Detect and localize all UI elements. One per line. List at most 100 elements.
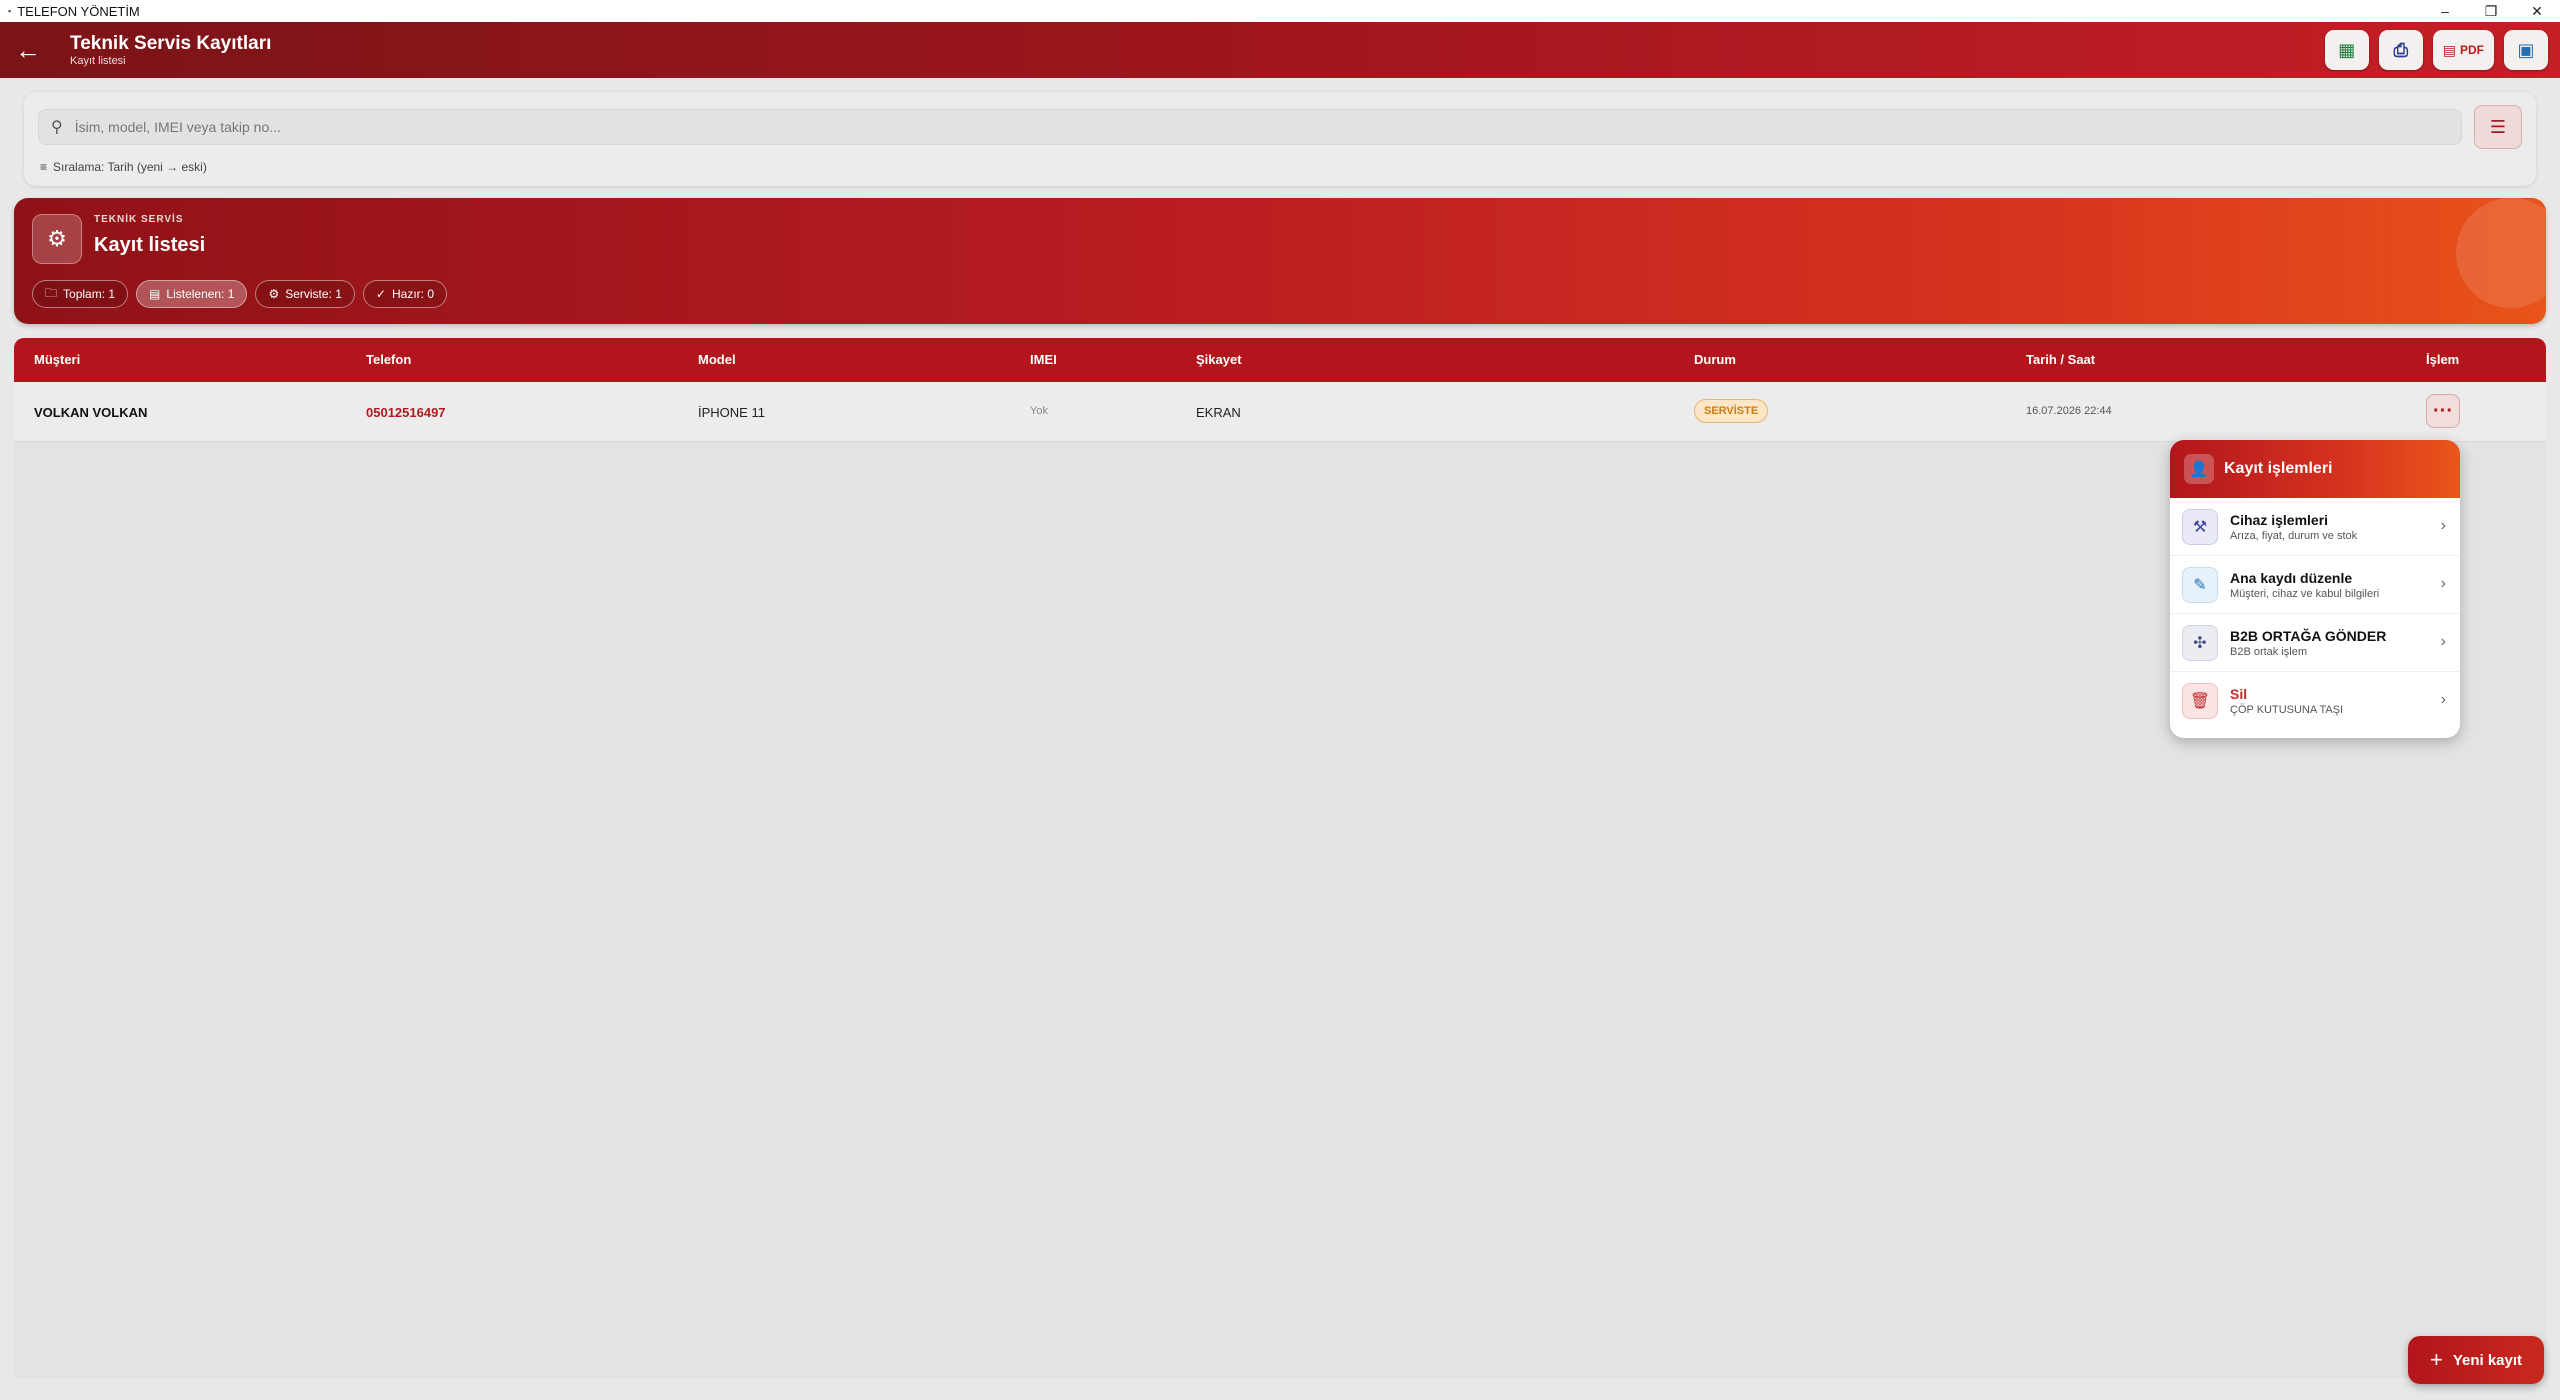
chip-total[interactable]: 🗀 Toplam: 1 bbox=[32, 280, 129, 308]
cell-model: İPHONE 11 bbox=[698, 405, 765, 420]
chip-ready[interactable]: ✓ Hazır: 0 bbox=[362, 280, 447, 308]
stat-chips: 🗀 Toplam: 1 ▤ Listelenen: 1 ⚙ Serviste: … bbox=[32, 280, 447, 308]
edit-list-icon: ✎ bbox=[2182, 566, 2218, 603]
back-button[interactable]: ← bbox=[0, 22, 56, 78]
chip-label: Serviste: 1 bbox=[285, 287, 342, 301]
menu-item-device-operations[interactable]: ⚒ Cihaz işlemleri Arıza, fiyat, durum ve… bbox=[2170, 498, 2460, 556]
table-header: Müşteri Telefon Model IMEI Şikayet Durum… bbox=[14, 338, 2546, 382]
app-bar: ← Teknik Servis Kayıtları Kayıt listesi … bbox=[0, 22, 2560, 78]
banner-title: Kayıt listesi bbox=[94, 234, 206, 256]
sort-label: Sıralama: Tarih (yeni → eski) bbox=[53, 160, 207, 174]
chevron-right-icon: › bbox=[2440, 575, 2446, 592]
cell-datetime: 16.07.2026 22:44 bbox=[2026, 405, 2112, 417]
menu-item-title: Cihaz işlemleri bbox=[2230, 511, 2329, 528]
page-subtitle: Kayıt listesi bbox=[70, 55, 126, 67]
network-icon: ✣ bbox=[2182, 624, 2218, 661]
cell-phone[interactable]: 05012516497 bbox=[366, 405, 446, 420]
header-phone: Telefon bbox=[366, 352, 412, 367]
menu-item-text: Sil ÇÖP KUTUSUNA TAŞI bbox=[2230, 686, 2343, 716]
row-actions-button[interactable]: ··· bbox=[2426, 394, 2460, 428]
user-icon: 👤 bbox=[2184, 454, 2214, 484]
list-icon: ▤ bbox=[149, 287, 161, 301]
window-controls: – ❐ ✕ bbox=[2422, 0, 2560, 22]
sort-indicator[interactable]: ≡ Sıralama: Tarih (yeni → eski) bbox=[40, 160, 207, 174]
menu-item-text: Ana kaydı düzenle Müşteri, cihaz ve kabu… bbox=[2230, 570, 2379, 600]
pdf-label: PDF bbox=[2460, 43, 2484, 57]
plus-icon: + bbox=[2429, 1347, 2443, 1372]
header-imei: IMEI bbox=[1030, 352, 1057, 367]
menu-title: Kayıt işlemleri bbox=[2224, 460, 2333, 477]
header-customer: Müşteri bbox=[34, 352, 81, 367]
chip-listed[interactable]: ▤ Listelenen: 1 bbox=[136, 280, 248, 308]
search-icon: ⚲ bbox=[51, 119, 63, 136]
status-badge: SERVİSTE bbox=[1694, 399, 1769, 423]
window-title: TELEFON YÖNETİM bbox=[17, 3, 140, 19]
record-actions-menu: 👤 Kayıt işlemleri ⚒ Cihaz işlemleri Arız… bbox=[2170, 440, 2460, 738]
header-status: Durum bbox=[1694, 352, 1736, 367]
search-card: ⚲ ☰ ≡ Sıralama: Tarih (yeni → eski) bbox=[24, 92, 2536, 186]
menu-item-title: B2B ORTAĞA GÖNDER bbox=[2230, 627, 2387, 644]
check-circle-icon: ✓ bbox=[375, 287, 386, 301]
menu-item-subtitle: B2B ortak işlem bbox=[2230, 645, 2308, 658]
cell-imei: Yok bbox=[1030, 405, 1048, 417]
filter-button[interactable]: ☰ bbox=[2474, 105, 2522, 149]
menu-item-subtitle: ÇÖP KUTUSUNA TAŞI bbox=[2230, 704, 2344, 716]
chip-label: Toplam: 1 bbox=[63, 287, 116, 301]
new-record-label: Yeni kayıt bbox=[2452, 1351, 2523, 1369]
cell-complaint: EKRAN bbox=[1196, 405, 1241, 420]
gear-icon: ⚙ bbox=[268, 287, 280, 301]
service-tool-icon: ⚙ bbox=[32, 214, 82, 264]
menu-item-text: B2B ORTAĞA GÖNDER B2B ortak işlem bbox=[2230, 628, 2386, 658]
menu-item-edit-record[interactable]: ✎ Ana kaydı düzenle Müşteri, cihaz ve ka… bbox=[2170, 556, 2460, 614]
printer-icon: ⎙ bbox=[2393, 39, 2408, 60]
decorative-circle bbox=[2456, 198, 2546, 308]
table-row[interactable]: VOLKAN VOLKAN 05012516497 İPHONE 11 Yok … bbox=[14, 382, 2546, 442]
spreadsheet-icon: ▦ bbox=[2338, 39, 2356, 60]
menu-item-subtitle: Müşteri, cihaz ve kabul bilgileri bbox=[2230, 587, 2380, 600]
chip-label: Hazır: 0 bbox=[391, 287, 434, 301]
window-titlebar: ▪ TELEFON YÖNETİM – ❐ ✕ bbox=[0, 0, 2560, 22]
menu-item-delete[interactable]: 🗑 Sil ÇÖP KUTUSUNA TAŞI › bbox=[2170, 672, 2460, 730]
menu-header: 👤 Kayıt işlemleri bbox=[2170, 440, 2460, 498]
device-tool-icon: ⚒ bbox=[2182, 508, 2218, 545]
sort-icon: ≡ bbox=[40, 160, 48, 174]
app-icon: ▪ bbox=[8, 6, 12, 16]
header-complaint: Şikayet bbox=[1196, 352, 1242, 367]
print-button[interactable]: ⎙ bbox=[2378, 30, 2423, 70]
calendar-button[interactable]: ▣ bbox=[2504, 30, 2548, 70]
content-area bbox=[14, 442, 2546, 1378]
menu-item-send-b2b[interactable]: ✣ B2B ORTAĞA GÖNDER B2B ortak işlem › bbox=[2170, 614, 2460, 672]
maximize-button[interactable]: ❐ bbox=[2468, 0, 2514, 22]
menu-item-title: Sil bbox=[2230, 686, 2248, 702]
folder-icon: 🗀 bbox=[45, 285, 58, 300]
menu-item-text: Cihaz işlemleri Arıza, fiyat, durum ve s… bbox=[2230, 512, 2357, 542]
close-button[interactable]: ✕ bbox=[2514, 0, 2560, 22]
banner-eyebrow: TEKNİK SERVİS bbox=[94, 214, 184, 225]
appbar-actions: ▦ ⎙ ▤ PDF ▣ bbox=[2324, 30, 2548, 70]
appbar-titles: Teknik Servis Kayıtları Kayıt listesi bbox=[70, 33, 271, 67]
search-input[interactable] bbox=[74, 119, 2375, 135]
header-datetime: Tarih / Saat bbox=[2026, 352, 2096, 367]
arrow-left-icon: ← bbox=[15, 34, 41, 65]
header-model: Model bbox=[698, 352, 736, 367]
menu-item-title: Ana kaydı düzenle bbox=[2230, 569, 2353, 586]
pdf-icon: ▤ bbox=[2442, 41, 2456, 58]
page-title: Teknik Servis Kayıtları bbox=[70, 33, 272, 54]
search-box[interactable]: ⚲ bbox=[38, 109, 2462, 145]
trash-icon: 🗑 bbox=[2182, 683, 2218, 719]
chip-in-service[interactable]: ⚙ Serviste: 1 bbox=[255, 280, 355, 308]
export-excel-button[interactable]: ▦ bbox=[2324, 30, 2369, 70]
export-pdf-button[interactable]: ▤ PDF bbox=[2432, 30, 2494, 70]
minimize-button[interactable]: – bbox=[2422, 0, 2468, 22]
calendar-icon: ▣ bbox=[2517, 39, 2535, 60]
chevron-right-icon: › bbox=[2440, 633, 2446, 650]
new-record-button[interactable]: + Yeni kayıt bbox=[2408, 1336, 2544, 1384]
chevron-right-icon: › bbox=[2440, 517, 2446, 534]
chip-label: Listelenen: 1 bbox=[166, 287, 235, 301]
menu-item-subtitle: Arıza, fiyat, durum ve stok bbox=[2230, 529, 2358, 542]
summary-banner: ⚙ TEKNİK SERVİS Kayıt listesi 🗀 Toplam: … bbox=[14, 198, 2546, 324]
cell-customer: VOLKAN VOLKAN bbox=[34, 405, 148, 420]
more-horizontal-icon: ··· bbox=[2433, 399, 2453, 422]
filter-icon: ☰ bbox=[2489, 116, 2507, 137]
header-action: İşlem bbox=[2426, 352, 2460, 367]
